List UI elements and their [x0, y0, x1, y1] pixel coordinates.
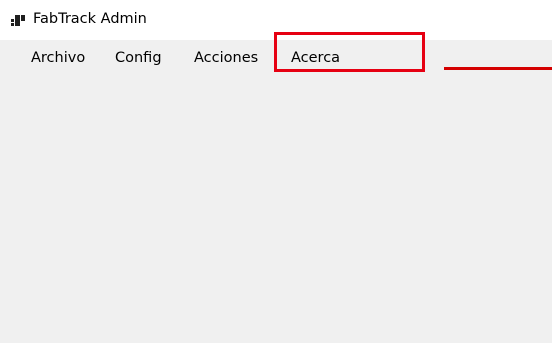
main-content-area: [0, 76, 552, 343]
title-bar: FabTrack Admin: [0, 0, 552, 40]
menu-item-config[interactable]: Config: [115, 47, 162, 69]
app-window: FabTrack Admin Archivo Config Acciones A…: [0, 0, 552, 343]
menu-item-acerca[interactable]: Acerca: [291, 47, 340, 69]
app-window-icon: [11, 12, 25, 26]
window-title: FabTrack Admin: [33, 11, 147, 27]
menu-item-archivo[interactable]: Archivo: [31, 47, 85, 69]
menu-bar: Archivo Config Acciones Acerca: [0, 40, 552, 76]
menu-item-acciones[interactable]: Acciones: [194, 47, 258, 69]
